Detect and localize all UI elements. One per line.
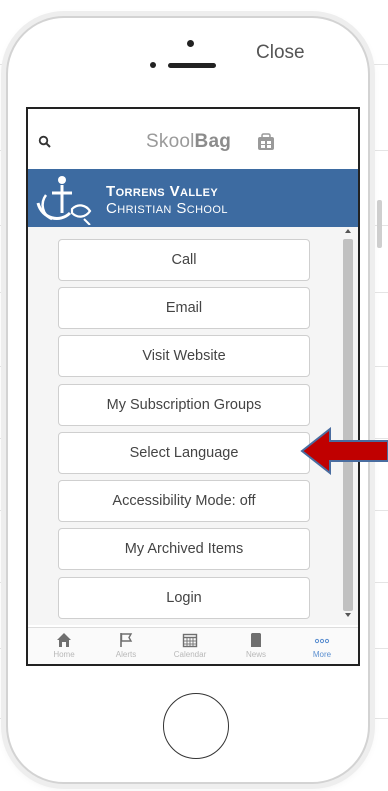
tab-news-label: News — [245, 650, 266, 659]
tab-more-label: More — [312, 650, 332, 659]
school-name-line1: Torrens Valley — [106, 183, 219, 200]
phone-screen: SkoolBag Torrens Valley Christian School… — [26, 107, 360, 666]
search-icon[interactable] — [38, 135, 52, 149]
front-camera — [187, 40, 194, 47]
bottom-tab-bar: Home Alerts Calendar News More — [28, 627, 358, 664]
home-icon — [57, 633, 71, 647]
scroll-thumb[interactable] — [343, 239, 353, 611]
select-language-button[interactable]: Select Language — [58, 432, 310, 474]
menu-scrollbar[interactable] — [343, 229, 353, 617]
accessibility-mode-button[interactable]: Accessibility Mode: off — [58, 480, 310, 522]
close-button[interactable]: Close — [256, 42, 305, 64]
logo-text-bold: Bag — [194, 131, 232, 152]
scroll-up-arrow-icon[interactable] — [345, 229, 351, 233]
tab-home[interactable]: Home — [34, 628, 94, 664]
more-icon — [314, 638, 330, 644]
skoolbag-mark-icon — [258, 133, 274, 150]
tab-calendar-label: Calendar — [173, 650, 207, 659]
login-button[interactable]: Login — [58, 577, 310, 619]
proximity-sensor — [150, 62, 156, 68]
logo-text-light: Skool — [146, 131, 195, 152]
school-crest-icon — [36, 176, 92, 225]
scroll-down-arrow-icon[interactable] — [345, 613, 351, 617]
tab-alerts[interactable]: Alerts — [96, 628, 156, 664]
my-subscription-groups-button[interactable]: My Subscription Groups — [58, 384, 310, 426]
skoolbag-logo: SkoolBag — [146, 131, 231, 153]
visit-website-button[interactable]: Visit Website — [58, 335, 310, 377]
email-button[interactable]: Email — [58, 287, 310, 329]
school-banner: Torrens Valley Christian School — [28, 169, 358, 227]
flag-icon — [120, 633, 133, 647]
more-menu: Call Email Visit Website My Subscription… — [28, 227, 358, 625]
tab-calendar[interactable]: Calendar — [160, 628, 220, 664]
tab-home-label: Home — [53, 650, 75, 659]
school-name-line2: Christian School — [106, 200, 228, 217]
tab-alerts-label: Alerts — [115, 650, 137, 659]
tab-more[interactable]: More — [292, 628, 352, 664]
power-button — [377, 200, 382, 248]
earpiece-speaker — [168, 63, 216, 68]
app-header: SkoolBag — [28, 109, 358, 169]
red-arrow-pointer-icon — [300, 427, 388, 475]
news-icon — [251, 633, 261, 647]
my-archived-items-button[interactable]: My Archived Items — [58, 528, 310, 570]
tab-news[interactable]: News — [226, 628, 286, 664]
call-button[interactable]: Call — [58, 239, 310, 281]
home-button[interactable] — [163, 693, 229, 759]
calendar-icon — [182, 633, 198, 648]
